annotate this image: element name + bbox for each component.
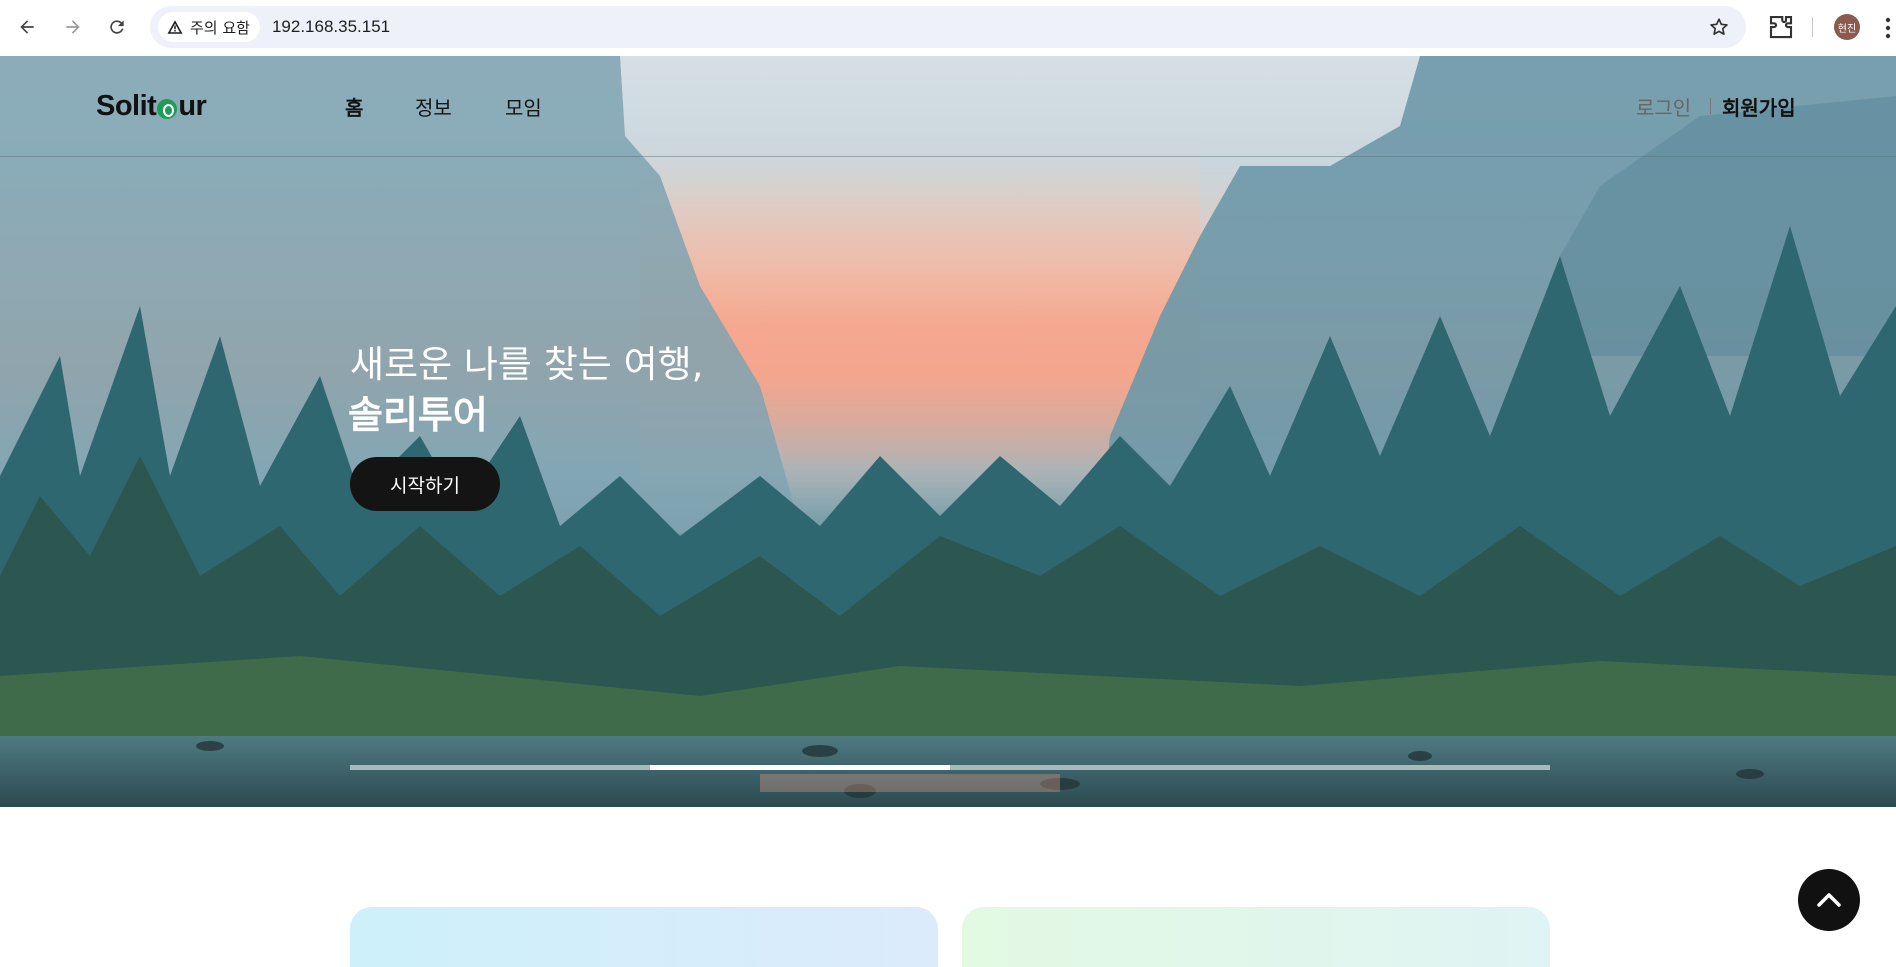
scroll-to-top-button[interactable] [1798,869,1860,931]
landscape-background [0,56,1896,807]
star-icon[interactable] [1708,16,1730,38]
chevron-up-icon [1817,893,1841,907]
hero-headline: 새로운 나를 찾는 여행, [350,343,704,386]
forward-button[interactable] [56,10,90,44]
security-chip-label: 주의 요함 [190,18,250,37]
security-chip[interactable]: 주의 요함 [158,12,260,42]
signup-link[interactable]: 회원가입 [1722,92,1796,121]
forward-arrow-icon [66,20,80,34]
back-arrow-icon [20,20,34,34]
logo-text-end: ur [178,90,207,122]
start-button[interactable]: 시작하기 [350,457,500,511]
slider-progress-track [350,765,1550,770]
address-bar[interactable]: 주의 요함 192.168.35.151 [150,6,1746,48]
nav-meetups[interactable]: 모임 [505,92,542,121]
nav-home[interactable]: 홈 [345,92,363,121]
url-text[interactable]: 192.168.35.151 [272,17,390,37]
feature-card-right[interactable] [962,907,1550,967]
reload-button[interactable] [100,10,134,44]
logo-text-start: Solit [96,90,157,122]
hero-brand-title: 솔리투어 [348,393,488,437]
hero-banner: Solit ur 홈 정보 모임 로그인 회원가입 새로운 나를 찾는 여행, … [0,56,1896,807]
logo-pin-icon [157,98,178,119]
auth-divider [1710,98,1711,114]
extensions-icon[interactable] [1766,12,1796,42]
site-logo[interactable]: Solit ur [96,90,207,123]
profile-avatar[interactable]: 현진 [1834,14,1860,40]
toolbar-separator [1812,17,1813,37]
login-link[interactable]: 로그인 [1636,92,1691,121]
nav-info[interactable]: 정보 [415,92,452,121]
browser-toolbar: 주의 요함 192.168.35.151 현진 [0,0,1896,56]
warning-icon [167,20,183,34]
back-button[interactable] [10,10,44,44]
site-header: Solit ur 홈 정보 모임 로그인 회원가입 [0,56,1896,157]
feature-card-left[interactable] [350,907,938,967]
kebab-menu-icon[interactable] [1880,14,1896,42]
slider-progress-fill [650,765,950,770]
reload-icon [110,20,124,34]
